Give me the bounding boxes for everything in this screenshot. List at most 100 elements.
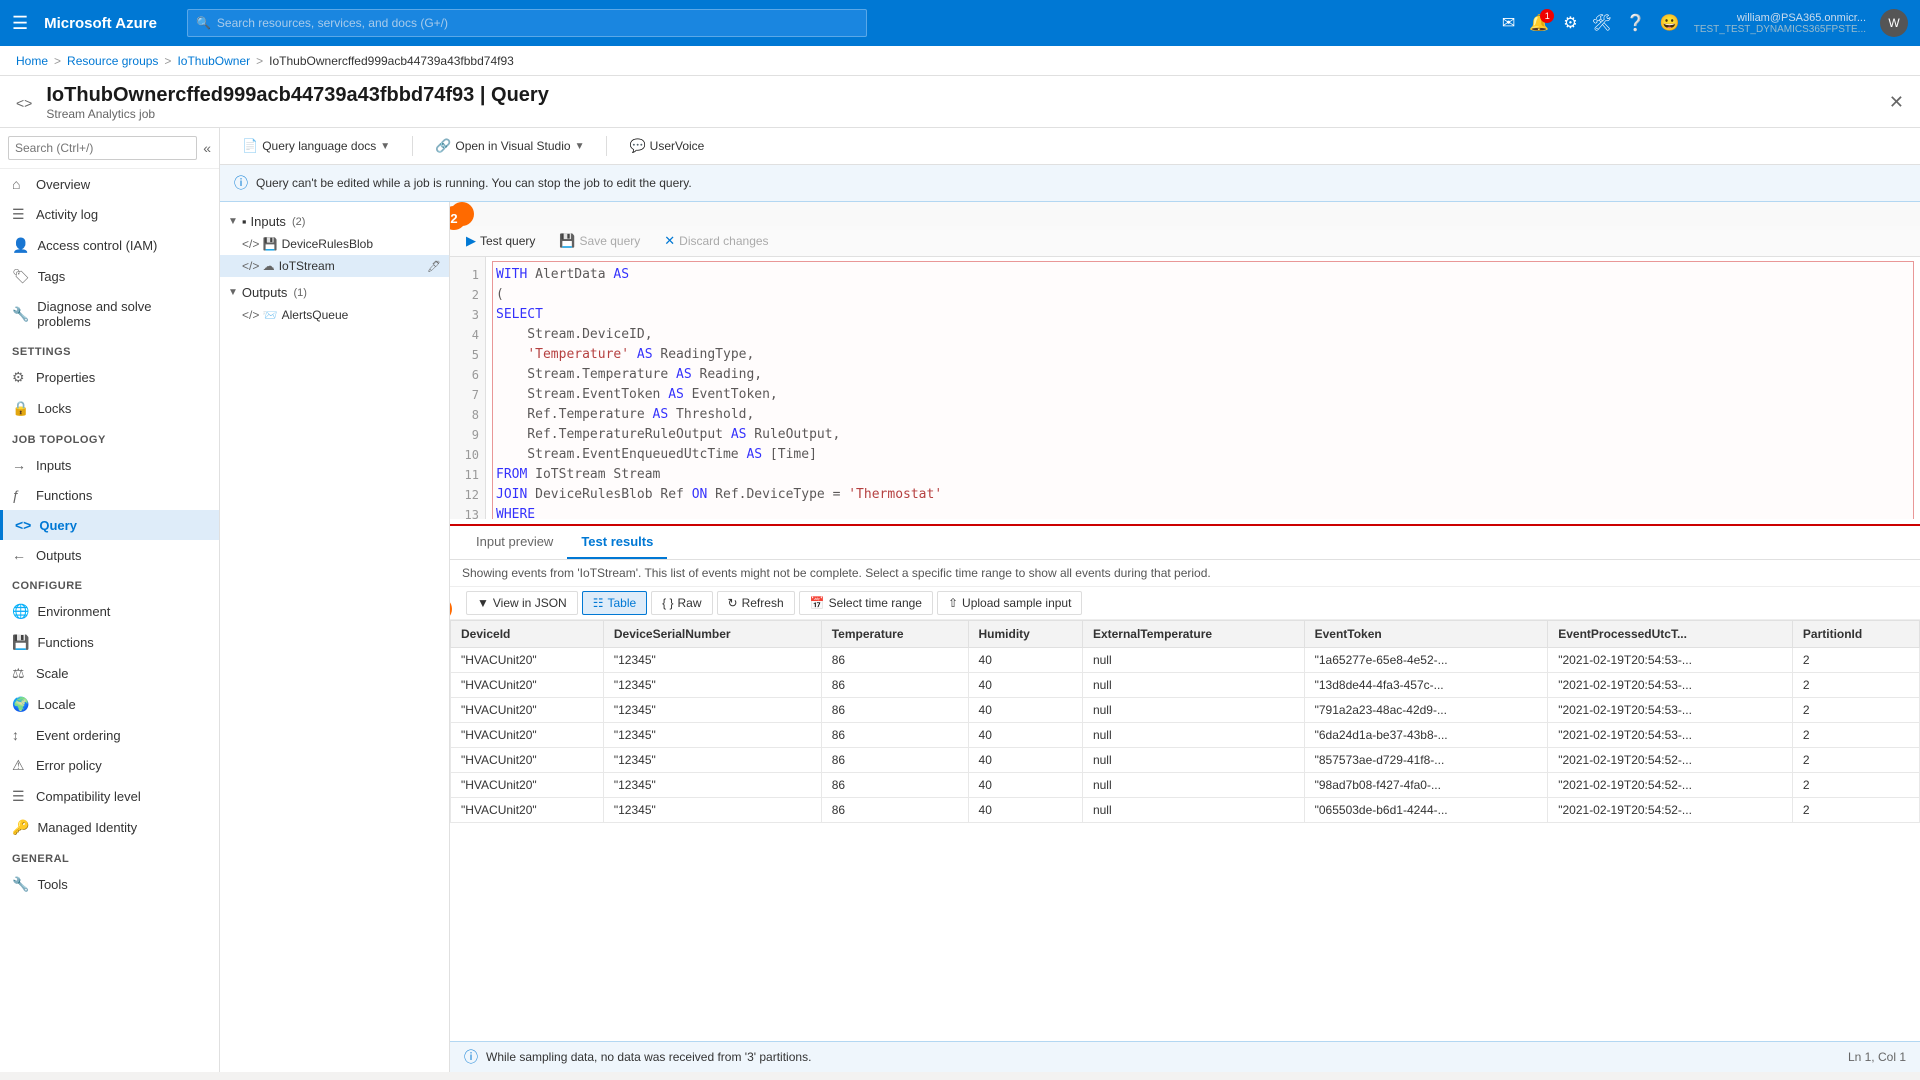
help-icon[interactable]: ❔ xyxy=(1626,13,1646,33)
tree-item-device-rules-blob[interactable]: </> 💾 DeviceRulesBlob xyxy=(220,233,449,255)
feedback-icon[interactable]: 😀 xyxy=(1660,13,1680,33)
tab-test-results[interactable]: Test results xyxy=(567,526,667,559)
sidebar-item-environment[interactable]: 🌐 Environment xyxy=(0,596,219,627)
breadcrumb-sep-3: > xyxy=(256,54,263,68)
json-icon: ▼ xyxy=(477,596,489,610)
user-voice-btn[interactable]: 💬 UserVoice xyxy=(619,134,714,158)
sidebar-label-diagnose: Diagnose and solve problems xyxy=(37,299,207,329)
sidebar-item-tools[interactable]: 🔧 Tools xyxy=(0,869,219,900)
sidebar-label-outputs: Outputs xyxy=(36,548,82,563)
bottom-info-icon: ⓘ xyxy=(464,1047,478,1067)
table-cell: "98ad7b08-f427-4fa0-... xyxy=(1304,773,1548,798)
sidebar-item-properties[interactable]: ⚙ Properties xyxy=(0,362,219,393)
sidebar-item-compat-level[interactable]: ☰ Compatibility level xyxy=(0,781,219,812)
save-icon: 💾 xyxy=(559,233,575,249)
sidebar-item-inputs[interactable]: → Inputs xyxy=(0,450,219,480)
test-query-btn[interactable]: ▶ Test query xyxy=(458,230,543,252)
close-button[interactable]: ✕ xyxy=(1889,92,1904,113)
table-row: "HVACUnit20""12345"8640null"6da24d1a-be3… xyxy=(451,723,1920,748)
sidebar-item-event-ordering[interactable]: ↕ Event ordering xyxy=(0,720,219,750)
editor-content[interactable]: 12345 678910 1112131415 1617 WITH AlertD… xyxy=(450,257,1920,519)
page-title: IoThubOwnercffed999acb44739a43fbbd74f93 … xyxy=(46,84,548,107)
inputs-tree-header[interactable]: ▼ ▪ Inputs (2) xyxy=(220,210,449,233)
table-cell: 40 xyxy=(968,673,1082,698)
breadcrumb-sep-2: > xyxy=(164,54,171,68)
code-editor[interactable]: WITH AlertData AS ( SELECT Stream.Device… xyxy=(486,257,1920,519)
email-icon[interactable]: ✉ xyxy=(1502,13,1515,33)
table-cell: "12345" xyxy=(603,723,821,748)
sidebar-item-error-policy[interactable]: ⚠ Error policy xyxy=(0,750,219,781)
tree-item-alerts-queue[interactable]: </> 📨 AlertsQueue xyxy=(220,304,449,326)
sidebar-item-diagnose[interactable]: 🔧 Diagnose and solve problems xyxy=(0,292,219,336)
hamburger-menu[interactable]: ☰ xyxy=(12,13,28,34)
query-lang-docs-btn[interactable]: 📄 Query language docs ▼ xyxy=(232,134,400,158)
settings-icon[interactable]: 🛠 xyxy=(1592,13,1612,33)
sidebar-item-scale[interactable]: ⚖ Scale xyxy=(0,658,219,689)
table-row: "HVACUnit20""12345"8640null"98ad7b08-f42… xyxy=(451,773,1920,798)
open-vs-btn[interactable]: 🔗 Open in Visual Studio ▼ xyxy=(425,134,594,158)
sidebar-item-access-control[interactable]: 👤 Access control (IAM) xyxy=(0,230,219,261)
table-cell: "791a2a23-48ac-42d9-... xyxy=(1304,698,1548,723)
back-forward-nav[interactable]: <> xyxy=(16,95,32,111)
discard-changes-btn[interactable]: ✕ Discard changes xyxy=(656,230,776,252)
sidebar-item-overview[interactable]: ⌂ Overview xyxy=(0,169,219,199)
view-in-json-btn[interactable]: ▼ View in JSON xyxy=(466,591,578,615)
outputs-tree-header[interactable]: ▼ Outputs (1) xyxy=(220,281,449,304)
sidebar-label-storage: Functions xyxy=(37,635,93,650)
tree-item-label-iotstream: IoTStream xyxy=(279,259,335,273)
upload-sample-btn[interactable]: ⇧ Upload sample input xyxy=(937,591,1082,615)
step-badge-2: 2 xyxy=(450,202,474,226)
user-avatar[interactable]: W xyxy=(1880,9,1908,37)
user-sub: TEST_TEST_DYNAMICS365FPSTE... xyxy=(1694,24,1866,35)
properties-icon: ⚙ xyxy=(12,369,28,386)
raw-btn[interactable]: { } Raw xyxy=(651,591,712,615)
edit-icon[interactable]: 🖊 xyxy=(427,260,441,273)
notifications-icon[interactable]: 🔔 1 xyxy=(1529,13,1549,33)
results-table-wrapper[interactable]: DeviceId DeviceSerialNumber Temperature … xyxy=(450,620,1920,1041)
sidebar-item-locks[interactable]: 🔒 Locks xyxy=(0,393,219,424)
code-line-7: Stream.EventToken AS EventToken, xyxy=(496,385,1910,405)
breadcrumb-home[interactable]: Home xyxy=(16,54,48,68)
table-cell: 86 xyxy=(821,673,968,698)
locks-icon: 🔒 xyxy=(12,400,29,417)
table-cell: 86 xyxy=(821,798,968,823)
table-cell: "2021-02-19T20:54:53-... xyxy=(1548,723,1793,748)
tab-input-preview[interactable]: Input preview xyxy=(462,526,567,559)
editor-area: ▶ Test query 💾 Save query ✕ Discard chan… xyxy=(450,226,1920,526)
refresh-btn[interactable]: ↻ Refresh xyxy=(717,591,795,615)
sidebar-item-query[interactable]: <> Query xyxy=(0,510,219,540)
inputs-count: (2) xyxy=(292,216,305,228)
sidebar-item-managed-identity[interactable]: 🔑 Managed Identity xyxy=(0,812,219,843)
sidebar-item-storage-account[interactable]: 💾 Functions xyxy=(0,627,219,658)
sidebar-item-tags[interactable]: 🏷 Tags xyxy=(0,261,219,292)
global-search-bar[interactable]: 🔍 Search resources, services, and docs (… xyxy=(187,9,867,37)
col-event-token: EventToken xyxy=(1304,621,1548,648)
table-row: "HVACUnit20""12345"8640null"791a2a23-48a… xyxy=(451,698,1920,723)
managed-identity-icon: 🔑 xyxy=(12,819,29,836)
table-cell: "HVACUnit20" xyxy=(451,723,604,748)
sidebar-item-activity-log[interactable]: ☰ Activity log xyxy=(0,199,219,230)
table-cell: "HVACUnit20" xyxy=(451,698,604,723)
sidebar-collapse-btn[interactable]: « xyxy=(203,140,211,156)
nav-icon-group: ✉ 🔔 1 ⚙ 🛠 ❔ 😀 william@PSA365.onmicr... T… xyxy=(1502,9,1908,37)
table-cell: 40 xyxy=(968,748,1082,773)
sidebar-label-locale: Locale xyxy=(37,697,75,712)
save-query-btn[interactable]: 💾 Save query xyxy=(551,230,648,252)
tree-item-label-device-rules: DeviceRulesBlob xyxy=(282,237,373,251)
sidebar-search-input[interactable] xyxy=(8,136,197,160)
split-area: ▼ ▪ Inputs (2) </> 💾 DeviceRulesBlob </>… xyxy=(220,202,1920,1072)
table-cell: 2 xyxy=(1792,748,1919,773)
cloud-shell-icon[interactable]: ⚙ xyxy=(1563,13,1577,33)
tree-item-iotstream[interactable]: </> ☁ IoTStream 🖊 xyxy=(220,255,449,277)
sidebar-item-locale[interactable]: 🌍 Locale xyxy=(0,689,219,720)
sidebar-item-outputs[interactable]: ← Outputs xyxy=(0,540,219,570)
select-time-range-btn[interactable]: 📅 Select time range xyxy=(799,591,933,615)
sidebar-item-functions[interactable]: ƒ Functions xyxy=(0,480,219,510)
sidebar-label-activity-log: Activity log xyxy=(36,207,98,222)
breadcrumb-resource-groups[interactable]: Resource groups xyxy=(67,54,158,68)
breadcrumb-iothub-owner[interactable]: IoThubOwner xyxy=(177,54,250,68)
breadcrumb-current: IoThubOwnercffed999acb44739a43fbbd74f93 xyxy=(269,54,514,68)
table-btn[interactable]: ☷ Table xyxy=(582,591,647,615)
sidebar-label-properties: Properties xyxy=(36,370,95,385)
breadcrumb: Home > Resource groups > IoThubOwner > I… xyxy=(0,46,1920,76)
